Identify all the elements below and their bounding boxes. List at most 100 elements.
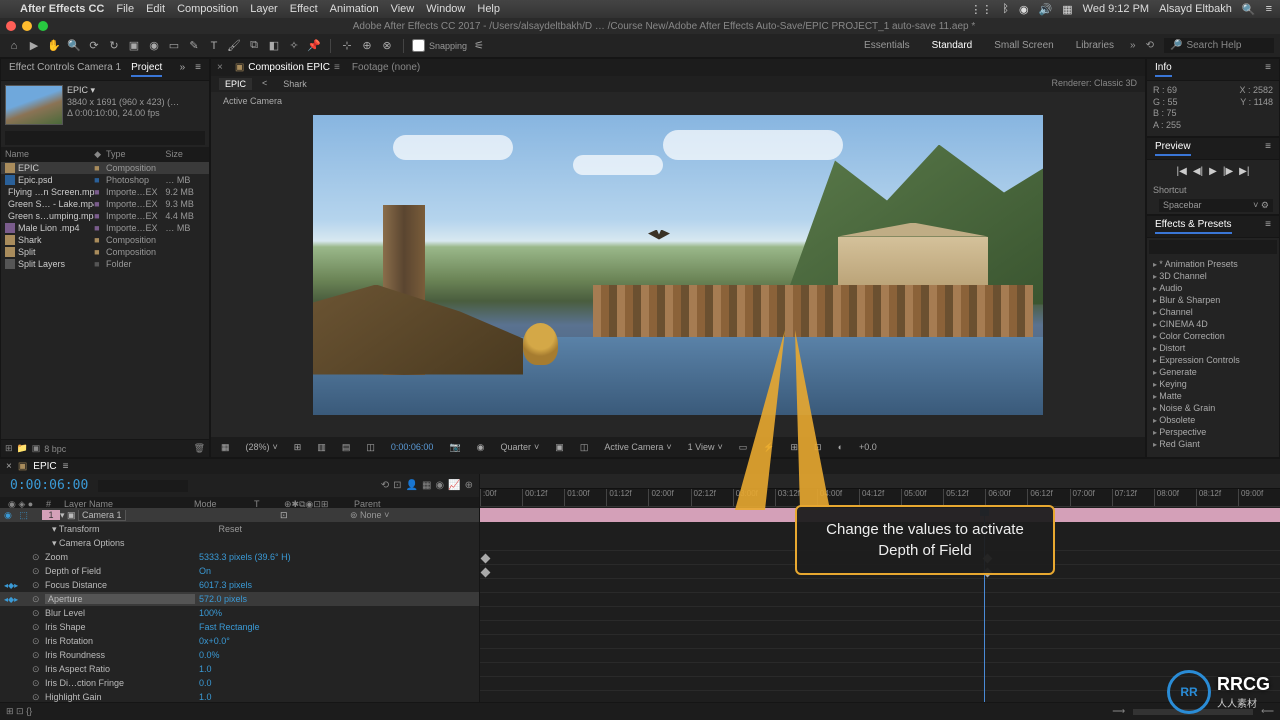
prop-transform[interactable]: ▾ Transform Reset xyxy=(0,522,479,536)
project-item[interactable]: Green s…umping.mp4■Importe…EX4.4 MB xyxy=(1,210,209,222)
workspace-overflow[interactable]: » xyxy=(1130,40,1136,51)
toggle-switches-icon[interactable]: ⊞ ⊡ {} xyxy=(6,706,32,717)
notifications-icon[interactable]: ≡ xyxy=(1266,3,1272,15)
subtab-epic[interactable]: EPIC xyxy=(219,78,252,90)
selection-tool[interactable]: ▶ xyxy=(26,38,42,54)
col-name[interactable]: Name xyxy=(5,149,94,160)
panel-menu-icon[interactable]: ≡ xyxy=(195,62,201,77)
project-item[interactable]: Split■Composition xyxy=(1,246,209,258)
pen-tool[interactable]: ✎ xyxy=(186,38,202,54)
effect-category[interactable]: Audio xyxy=(1151,282,1275,294)
app-name[interactable]: After Effects CC xyxy=(20,3,104,15)
brush-tool[interactable]: 🖌 xyxy=(226,38,242,54)
mask-icon[interactable]: ◫ xyxy=(362,442,379,453)
menu-view[interactable]: View xyxy=(391,3,415,15)
roi-icon[interactable]: ▣ xyxy=(551,442,568,453)
project-item[interactable]: Flying …n Screen.mp4■Importe…EX9.2 MB xyxy=(1,186,209,198)
prev-frame-button[interactable]: ◀| xyxy=(1193,166,1203,177)
project-item[interactable]: Split Layers■Folder xyxy=(1,258,209,270)
effect-category[interactable]: Distort xyxy=(1151,342,1275,354)
rotate-tool[interactable]: ↻ xyxy=(106,38,122,54)
type-tool[interactable]: T xyxy=(206,38,222,54)
subtab-shark[interactable]: Shark xyxy=(277,78,313,90)
workspace-libraries[interactable]: Libraries xyxy=(1070,38,1120,53)
minimize-window-button[interactable] xyxy=(22,21,32,31)
resolution-dropdown[interactable]: Quarter ˅ xyxy=(497,442,544,452)
spotlight-icon[interactable]: 🔍 xyxy=(1242,3,1256,16)
3d-view-dropdown[interactable]: Active Camera ˅ xyxy=(600,442,675,452)
menu-layer[interactable]: Layer xyxy=(250,3,278,15)
timeline-navigator[interactable] xyxy=(480,474,1280,489)
draft-3d-icon[interactable]: ⊡ xyxy=(393,480,401,491)
effects-list[interactable]: * Animation Presets3D ChannelAudioBlur &… xyxy=(1147,256,1279,457)
composition-viewer[interactable]: Active Camera xyxy=(211,92,1145,437)
camera-property-depth-of-field[interactable]: ⊙Depth of FieldOn xyxy=(0,564,479,578)
camera-property-iris-roundness[interactable]: ⊙Iris Roundness0.0% xyxy=(0,648,479,662)
bluetooth-icon[interactable]: ᛒ xyxy=(1002,3,1009,15)
first-frame-button[interactable]: |◀ xyxy=(1177,166,1187,177)
close-window-button[interactable] xyxy=(6,21,16,31)
clone-tool[interactable]: ⧉ xyxy=(246,38,262,54)
preview-tab[interactable]: Preview xyxy=(1155,141,1191,156)
camera-property-iris-aspect-ratio[interactable]: ⊙Iris Aspect Ratio1.0 xyxy=(0,662,479,676)
resolution-icon[interactable]: ⊞ xyxy=(290,442,306,453)
timecode-display[interactable]: 0:00:06:00 xyxy=(6,476,92,495)
effect-category[interactable]: Keying xyxy=(1151,378,1275,390)
frame-blend-icon[interactable]: ▦ xyxy=(422,480,431,491)
motion-blur-icon[interactable]: ◉ xyxy=(435,480,444,491)
comp-mini-flowchart-icon[interactable]: ⟲ xyxy=(381,480,389,491)
effects-menu-icon[interactable]: ≡ xyxy=(1265,219,1271,234)
channel-icon[interactable]: ◉ xyxy=(473,442,489,453)
effect-category[interactable]: Blur & Sharpen xyxy=(1151,294,1275,306)
views-dropdown[interactable]: 1 View ˅ xyxy=(684,442,727,452)
next-frame-button[interactable]: |▶ xyxy=(1223,166,1233,177)
effects-presets-tab[interactable]: Effects & Presets xyxy=(1155,219,1232,234)
timeline-icon[interactable]: ⊞ xyxy=(786,442,802,453)
effect-category[interactable]: CINEMA 4D xyxy=(1151,318,1275,330)
project-item[interactable]: EPIC■Composition xyxy=(1,162,209,174)
timeline-tracks[interactable] xyxy=(480,508,1280,702)
timeline-tab-epic[interactable]: EPIC xyxy=(33,461,56,472)
shortcut-dropdown[interactable]: Spacebar˅ ⚙ xyxy=(1159,199,1273,212)
col-type[interactable]: Type xyxy=(106,149,165,160)
comp-name-header[interactable]: EPIC ▾ xyxy=(67,85,179,97)
maximize-window-button[interactable] xyxy=(38,21,48,31)
effect-category[interactable]: Perspective xyxy=(1151,426,1275,438)
eye-icon[interactable]: × xyxy=(217,62,223,73)
camera-property-highlight-gain[interactable]: ⊙Highlight Gain1.0 xyxy=(0,690,479,702)
current-time-indicator[interactable] xyxy=(984,508,985,702)
world-axis-icon[interactable]: ⊕ xyxy=(359,38,375,54)
menu-animation[interactable]: Animation xyxy=(330,3,379,15)
wifi-signal-icon[interactable]: ◉ xyxy=(1019,3,1029,16)
search-help-input[interactable]: 🔎 Search Help xyxy=(1164,38,1274,53)
puppet-tool[interactable]: 📌 xyxy=(306,38,322,54)
reset-exposure-icon[interactable]: ◐ xyxy=(834,442,847,452)
user-name[interactable]: Alsayd Eltbakh xyxy=(1159,3,1232,15)
camera-property-iris-di-ction-fringe[interactable]: ⊙Iris Di…ction Fringe0.0 xyxy=(0,676,479,690)
guides-icon[interactable]: ▤ xyxy=(338,442,355,453)
snap-options-icon[interactable]: ⚟ xyxy=(471,38,487,54)
effect-category[interactable]: 3D Channel xyxy=(1151,270,1275,282)
transparency-icon[interactable]: ◫ xyxy=(576,442,593,453)
menu-help[interactable]: Help xyxy=(477,3,500,15)
project-items-list[interactable]: EPIC■CompositionEpic.psd■Photoshop… MBFl… xyxy=(1,162,209,439)
preview-menu-icon[interactable]: ≡ xyxy=(1265,141,1271,156)
project-item[interactable]: Epic.psd■Photoshop… MB xyxy=(1,174,209,186)
project-search-input[interactable] xyxy=(5,131,205,145)
col-size[interactable]: Size xyxy=(165,149,205,160)
new-comp-icon[interactable]: ▣ xyxy=(32,443,41,454)
camera-property-zoom[interactable]: ⊙Zoom5333.3 pixels (39.6° H) xyxy=(0,550,479,564)
menu-edit[interactable]: Edit xyxy=(146,3,165,15)
menu-file[interactable]: File xyxy=(116,3,134,15)
fast-preview-icon[interactable]: ⚡ xyxy=(759,442,778,453)
camera-tool[interactable]: ▣ xyxy=(126,38,142,54)
pixel-aspect-icon[interactable]: ▭ xyxy=(735,442,752,453)
info-menu-icon[interactable]: ≡ xyxy=(1265,62,1271,77)
workspace-standard[interactable]: Standard xyxy=(926,38,979,53)
flag-icon[interactable]: ▦ xyxy=(1062,3,1072,16)
local-axis-icon[interactable]: ⊹ xyxy=(339,38,355,54)
camera-property-iris-shape[interactable]: ⊙Iris ShapeFast Rectangle xyxy=(0,620,479,634)
effect-category[interactable]: Obsolete xyxy=(1151,414,1275,426)
current-time[interactable]: 0:00:06:00 xyxy=(387,442,438,452)
zoom-out-icon[interactable]: ⟶ xyxy=(1112,706,1125,717)
